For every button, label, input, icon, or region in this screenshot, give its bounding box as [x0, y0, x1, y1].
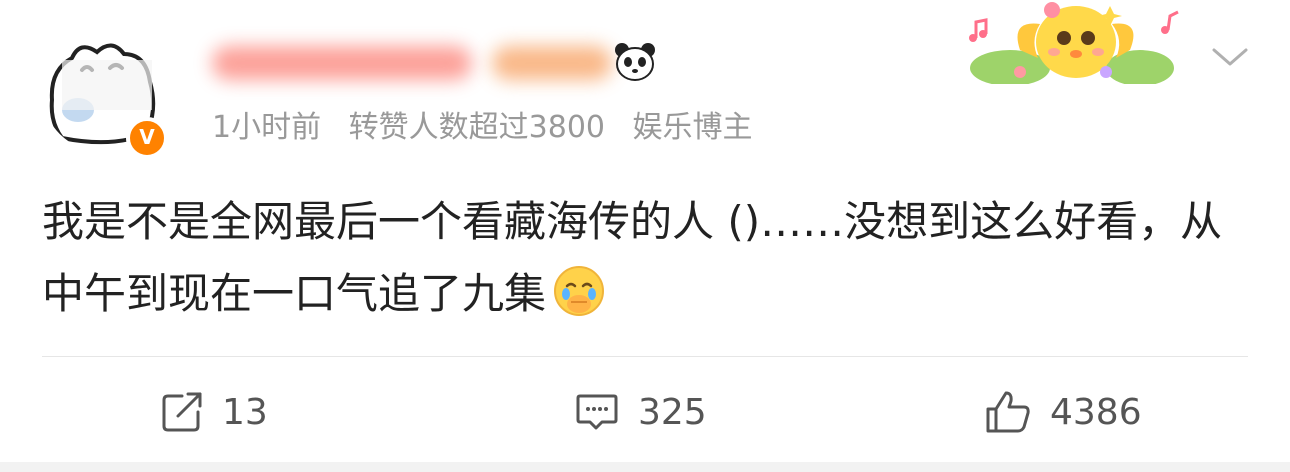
- crying-face-emoji-icon: [554, 266, 605, 316]
- blogger-tag[interactable]: 娱乐博主: [633, 110, 753, 145]
- comment-icon: [576, 394, 618, 430]
- weibo-post-card: V 1小时前 转赞人数超过3800 娱乐博主 我是不是全网最后一个看藏海传的人 …: [0, 0, 1290, 472]
- post-time: 1小时前: [212, 110, 322, 145]
- repost-icon: [162, 392, 202, 432]
- panda-icon: [615, 43, 655, 81]
- divider: [42, 356, 1248, 357]
- repost-button[interactable]: 13: [160, 388, 268, 436]
- chevron-down-icon[interactable]: [1208, 42, 1252, 72]
- like-button[interactable]: 4386: [984, 388, 1142, 436]
- like-count: 4386: [1050, 391, 1142, 433]
- post-text: 我是不是全网最后一个看藏海传的人 ()……没想到这么好看，从中午到现在一口气追了…: [42, 197, 1223, 318]
- decoration-chick-sticker: [969, 2, 1179, 84]
- card-separator: [0, 462, 1290, 472]
- username-obscured[interactable]: [212, 40, 612, 86]
- comment-count: 325: [638, 391, 707, 433]
- username-blur-segment: [492, 46, 612, 80]
- username-blur-segment: [212, 46, 472, 80]
- verified-badge: V: [126, 117, 168, 159]
- thumbs-up-icon: [986, 391, 1030, 433]
- comment-button[interactable]: 325: [574, 388, 707, 436]
- popularity-label: 转赞人数超过3800: [348, 110, 605, 145]
- post-meta: 1小时前 转赞人数超过3800 娱乐博主: [212, 108, 771, 148]
- repost-count: 13: [222, 391, 268, 433]
- post-content[interactable]: 我是不是全网最后一个看藏海传的人 ()……没想到这么好看，从中午到现在一口气追了…: [42, 186, 1248, 330]
